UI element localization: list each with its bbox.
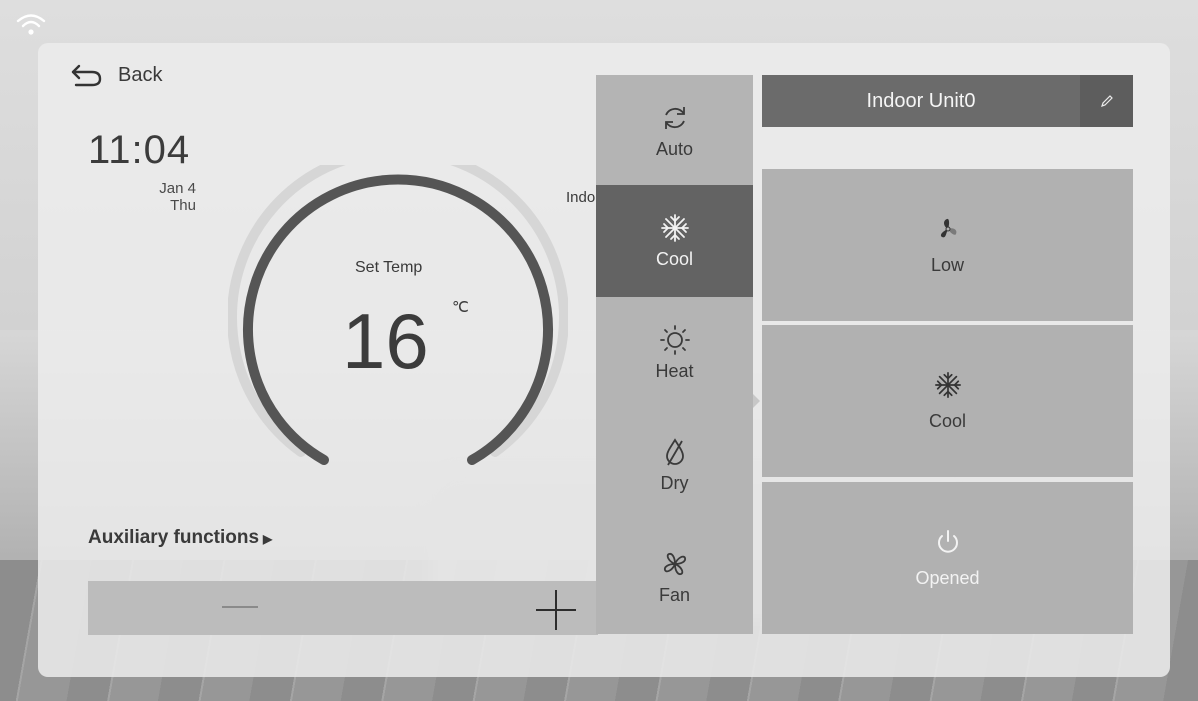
mode-item-auto[interactable]: Auto <box>596 75 753 187</box>
sun-icon <box>659 324 690 355</box>
unit-name: Indoor Unit0 <box>866 90 976 112</box>
mode-item-fan[interactable]: Fan <box>596 521 753 633</box>
back-button[interactable]: Back <box>70 62 162 88</box>
refresh-icon <box>664 106 685 129</box>
mode-card[interactable]: Cool <box>762 325 1133 477</box>
fan-speed-icon <box>940 218 956 237</box>
edit-unit-name-button[interactable] <box>1080 75 1133 127</box>
weekday-label: Thu <box>170 197 196 214</box>
increase-temperature-button[interactable] <box>536 590 576 630</box>
fan-speed-label: Low <box>930 254 965 275</box>
mode-item-heat[interactable]: Heat <box>596 297 753 409</box>
auxiliary-label: Auxiliary functions <box>88 527 260 548</box>
auxiliary-functions-link[interactable]: Auxiliary functions ▶ <box>88 527 272 549</box>
mode-label-dry: Dry <box>660 472 689 493</box>
back-arrow-icon <box>71 64 102 87</box>
date-label: Jan 4 <box>159 180 196 197</box>
temperature-value: 16 <box>342 297 429 385</box>
mode-label-fan: Fan <box>658 584 691 605</box>
mode-item-dry[interactable]: Dry <box>596 409 753 521</box>
menu-pointer <box>753 394 760 408</box>
clock-date: Jan 4 Thu <box>100 180 196 214</box>
temperature-unit: ℃ <box>452 299 469 316</box>
wifi-icon <box>16 14 46 35</box>
fan-speed-card[interactable]: Low <box>762 169 1133 321</box>
pencil-icon <box>1100 95 1113 107</box>
mode-item-cool[interactable]: Cool <box>596 185 753 297</box>
fan-icon <box>663 552 686 575</box>
back-label: Back <box>118 63 163 86</box>
mode-label-auto: Auto <box>655 138 694 159</box>
power-card[interactable]: Opened <box>762 482 1133 634</box>
unit-header: Indoor Unit0 <box>762 75 1133 127</box>
mode-label-cool: Cool <box>655 248 694 269</box>
mode-menu: Auto Cool Heat Dry Fan <box>596 75 753 634</box>
snowflake-icon <box>934 371 961 398</box>
drop-icon <box>665 437 684 465</box>
set-temp-label: Set Temp <box>355 259 423 276</box>
decrease-temperature-button[interactable] <box>222 606 258 608</box>
clock-time: 11:04 <box>88 128 191 172</box>
indoor-label: Indo <box>566 189 596 206</box>
snowflake-icon <box>660 213 689 242</box>
power-label: Opened <box>915 567 980 588</box>
mode-label-heat: Heat <box>655 360 694 381</box>
power-icon <box>937 529 958 553</box>
play-arrow-icon: ▶ <box>263 532 273 546</box>
mode-card-label: Cool <box>928 410 967 431</box>
temperature-adjust-bar <box>88 581 598 635</box>
